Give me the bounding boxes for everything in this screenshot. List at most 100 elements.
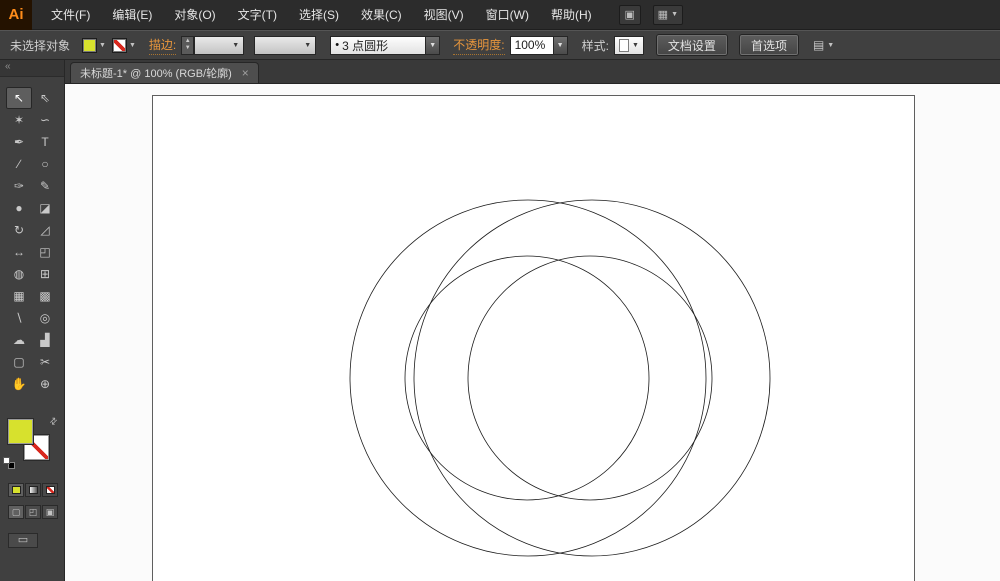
opacity-input[interactable]: 100% [510, 36, 554, 55]
drawing-mode-row: ▢ ◰ ▣ [8, 505, 64, 519]
swap-fill-stroke-icon[interactable]: ⇄ [48, 415, 61, 428]
control-panel-menu-button[interactable]: ▤ ▼ [813, 38, 834, 52]
chevron-down-icon: ▼ [671, 11, 678, 18]
ellipse-tool[interactable]: ○ [32, 153, 58, 175]
draw-inside-button[interactable]: ▣ [42, 505, 58, 519]
opacity-dropdown-button[interactable]: ▼ [554, 36, 568, 55]
pen-tool[interactable]: ✒ [6, 131, 32, 153]
stroke-panel-link[interactable]: 描边: [149, 36, 176, 55]
document-tab[interactable]: 未标题-1* @ 100% (RGB/轮廓) × [70, 62, 259, 83]
lasso-tool[interactable]: ∽ [32, 109, 58, 131]
none-mode-button[interactable] [42, 483, 58, 497]
inner-circle-right[interactable] [468, 256, 712, 500]
default-fill-stroke-icon[interactable] [3, 457, 16, 470]
eraser-tool[interactable]: ◪ [32, 197, 58, 219]
opacity-panel-link[interactable]: 不透明度: [453, 36, 504, 55]
inner-circle-left[interactable] [405, 256, 649, 500]
paintbrush-tool[interactable]: ✑ [6, 175, 32, 197]
chevron-down-icon: ▼ [429, 42, 436, 49]
menu-item-4[interactable]: 文字(T) [227, 0, 288, 30]
scale-tool[interactable]: ◿ [32, 219, 58, 241]
type-tool[interactable]: T [32, 131, 58, 153]
menu-item-7[interactable]: 视图(V) [413, 0, 475, 30]
canvas[interactable] [65, 84, 1000, 581]
magic-wand-tool[interactable]: ✶ [6, 109, 32, 131]
style-label: 样式: [582, 37, 609, 54]
none-icon [46, 486, 55, 494]
chevron-down-icon: ▼ [304, 42, 311, 49]
pencil-tool[interactable]: ✎ [32, 175, 58, 197]
arrange-documents-button[interactable]: ▦ ▼ [653, 5, 683, 25]
draw-inside-icon: ▣ [46, 508, 55, 517]
control-bar: 未选择对象 ▼ ▼ 描边: ▲ ▼ ▼ ▼ • 3 点圆形 ▼ 不透明度: 10… [0, 30, 1000, 60]
outer-circle-right[interactable] [414, 200, 770, 556]
fill-swatch[interactable] [8, 419, 33, 444]
opacity-value: 100% [515, 38, 549, 52]
chevron-down-icon: ▼ [557, 42, 564, 49]
screen-mode-button[interactable]: ▭ [8, 533, 38, 548]
artboard-tool[interactable]: ▢ [6, 351, 32, 373]
stroke-none-swatch-icon [112, 38, 127, 53]
menu-items: 文件(F)编辑(E)对象(O)文字(T)选择(S)效果(C)视图(V)窗口(W)… [40, 0, 603, 30]
direct-selection-tool[interactable]: ⇖ [32, 87, 58, 109]
line-segment-tool[interactable]: ∕ [6, 153, 32, 175]
bridge-button[interactable]: ▣ [619, 5, 641, 25]
fill-color-picker[interactable]: ▼ [82, 38, 106, 53]
blend-tool[interactable]: ◎ [32, 307, 58, 329]
default-fill-mini [3, 457, 10, 464]
width-tool[interactable]: ↔ [6, 241, 32, 263]
column-graph-tool[interactable]: ▟ [32, 329, 58, 351]
stroke-weight-stepper[interactable]: ▲ ▼ [181, 36, 194, 55]
stroke-weight-select[interactable]: ▼ [194, 36, 244, 55]
blob-brush-tool[interactable]: ● [6, 197, 32, 219]
menu-item-6[interactable]: 效果(C) [350, 0, 413, 30]
fill-swatch-icon [82, 38, 97, 53]
chevron-down-icon: ▼ [232, 42, 239, 49]
close-tab-icon[interactable]: × [242, 67, 249, 79]
menu-item-1[interactable]: 文件(F) [40, 0, 101, 30]
menu-item-9[interactable]: 帮助(H) [540, 0, 603, 30]
selection-status: 未选择对象 [0, 37, 76, 54]
hand-tool[interactable]: ✋ [6, 373, 32, 395]
document-tab-bar: 未标题-1* @ 100% (RGB/轮廓) × [65, 60, 1000, 84]
panel-menu-icon: ▤ [813, 38, 824, 52]
menu-item-3[interactable]: 对象(O) [163, 0, 226, 30]
selection-tool[interactable]: ↖ [6, 87, 32, 109]
paint-mode-row [8, 483, 64, 497]
menu-item-2[interactable]: 编辑(E) [101, 0, 163, 30]
brush-definition-select[interactable]: • 3 点圆形 [330, 36, 426, 55]
symbol-sprayer-tool[interactable]: ☁ [6, 329, 32, 351]
stroke-color-picker[interactable]: ▼ [112, 38, 136, 53]
draw-normal-button[interactable]: ▢ [8, 505, 24, 519]
perspective-grid-tool[interactable]: ⊞ [32, 263, 58, 285]
bridge-icon: ▣ [624, 8, 634, 21]
brush-name: 3 点圆形 [342, 37, 421, 54]
draw-behind-button[interactable]: ◰ [25, 505, 41, 519]
chevron-down-icon: ▼ [129, 42, 136, 49]
document-setup-button[interactable]: 文档设置 [657, 35, 727, 55]
stepper-down-icon[interactable]: ▼ [185, 45, 191, 52]
rotate-tool[interactable]: ↻ [6, 219, 32, 241]
chevron-down-icon: ▼ [99, 42, 106, 49]
workspace-icon: ▦ [658, 8, 668, 21]
shape-builder-tool[interactable]: ◍ [6, 263, 32, 285]
app-logo: Ai [0, 0, 32, 30]
outer-circle-left[interactable] [350, 200, 706, 556]
menu-item-8[interactable]: 窗口(W) [475, 0, 540, 30]
eyedropper-tool[interactable]: ∖ [6, 307, 32, 329]
color-mode-button[interactable] [8, 483, 24, 497]
zoom-tool[interactable]: ⊕ [32, 373, 58, 395]
gradient-tool[interactable]: ▩ [32, 285, 58, 307]
width-profile-select[interactable]: ▼ [254, 36, 316, 55]
mesh-tool[interactable]: ▦ [6, 285, 32, 307]
menu-item-5[interactable]: 选择(S) [288, 0, 350, 30]
gradient-mode-button[interactable] [25, 483, 41, 497]
free-transform-tool[interactable]: ◰ [32, 241, 58, 263]
chevron-down-icon: ▼ [827, 42, 834, 49]
style-select[interactable]: ▼ [614, 36, 644, 55]
preferences-button[interactable]: 首选项 [740, 35, 798, 55]
brush-dropdown-button[interactable]: ▼ [426, 36, 440, 55]
tools-panel-header[interactable]: « [0, 60, 64, 77]
slice-tool[interactable]: ✂ [32, 351, 58, 373]
stepper-up-icon[interactable]: ▲ [185, 38, 191, 45]
